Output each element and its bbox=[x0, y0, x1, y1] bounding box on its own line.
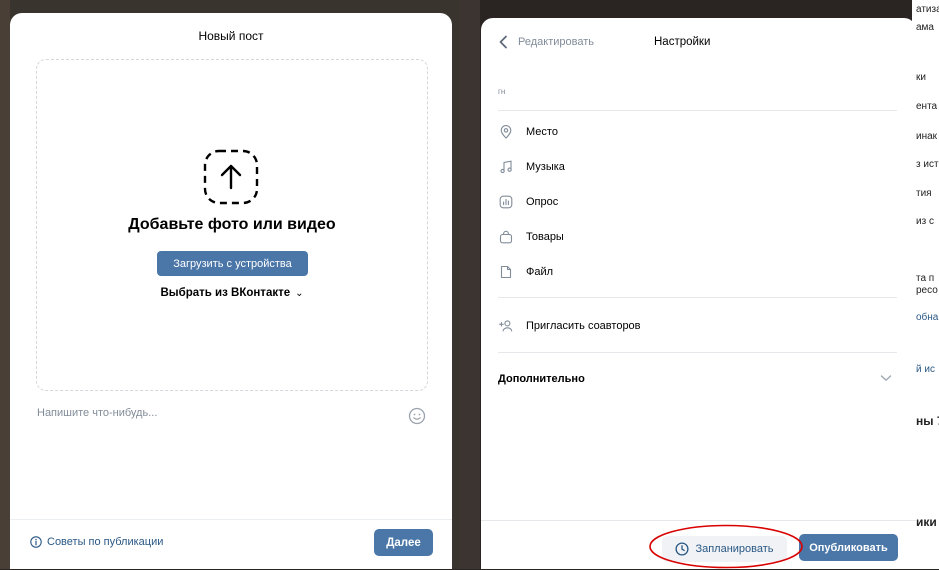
chevron-down-icon[interactable] bbox=[880, 373, 892, 383]
publication-tips-label: Советы по публикации bbox=[47, 536, 164, 548]
bg-fragment: ны 7 bbox=[916, 414, 939, 428]
upload-arrow-icon bbox=[203, 149, 259, 205]
location-icon bbox=[500, 125, 512, 139]
bg-fragment: та п bbox=[916, 273, 935, 284]
add-user-icon bbox=[499, 320, 513, 332]
divider bbox=[498, 297, 897, 298]
poll-icon bbox=[499, 195, 513, 209]
divider bbox=[498, 352, 897, 353]
post-text-input[interactable]: Напишите что-нибудь... bbox=[37, 407, 157, 419]
chevron-down-icon: ⌄ bbox=[295, 288, 304, 299]
back-label: Редактировать bbox=[518, 36, 594, 48]
shopping-bag-icon bbox=[499, 230, 513, 244]
back-to-edit-link[interactable]: Редактировать bbox=[498, 35, 594, 49]
bg-fragment: инак bbox=[916, 131, 938, 142]
dropzone-heading: Добавьте фото или видео bbox=[128, 216, 336, 233]
info-icon bbox=[30, 536, 42, 548]
background-page-right: атиза ама ки ента инак з ист тия из с та… bbox=[912, 0, 939, 569]
settings-item-label: Файл bbox=[526, 266, 554, 278]
music-icon bbox=[500, 160, 512, 174]
settings-item-music[interactable]: Музыка bbox=[499, 160, 565, 174]
settings-item-poll[interactable]: Опрос bbox=[499, 195, 558, 209]
bg-fragment: обна bbox=[916, 312, 939, 323]
settings-item-label: Товары bbox=[526, 231, 564, 243]
next-button[interactable]: Далее bbox=[374, 529, 433, 556]
close-icon[interactable]: ✕ bbox=[924, 28, 936, 45]
footer-divider bbox=[481, 520, 916, 521]
settings-item-location[interactable]: Место bbox=[499, 125, 558, 139]
media-dropzone[interactable]: Добавьте фото или видео Загрузить с устр… bbox=[36, 59, 428, 391]
schedule-button[interactable]: Запланировать bbox=[662, 536, 787, 562]
settings-item-file[interactable]: Файл bbox=[499, 265, 553, 279]
bg-fragment: ки bbox=[916, 72, 926, 83]
advanced-section-label[interactable]: Дополнительно bbox=[498, 373, 585, 385]
schedule-label: Запланировать bbox=[695, 543, 774, 555]
invite-coauthors-item[interactable]: Пригласить соавторов bbox=[499, 319, 641, 333]
new-post-modal: Новый пост Добавьте фото или видео Загру… bbox=[10, 13, 452, 569]
settings-modal: Редактировать Настройки гн Место Музыка … bbox=[481, 18, 916, 569]
bg-fragment: атиза bbox=[916, 4, 939, 15]
settings-item-label: Музыка bbox=[526, 161, 565, 173]
file-icon bbox=[500, 265, 512, 279]
bg-fragment: ики bbox=[916, 515, 937, 529]
invite-coauthors-label: Пригласить соавторов bbox=[526, 320, 641, 332]
divider bbox=[498, 110, 897, 111]
bg-fragment: з ист bbox=[916, 159, 939, 170]
emoji-icon[interactable] bbox=[408, 407, 426, 425]
bg-fragment: ента bbox=[916, 101, 938, 112]
bg-fragment: из с bbox=[916, 216, 934, 227]
publish-button[interactable]: Опубликовать bbox=[799, 534, 898, 561]
upload-from-device-button[interactable]: Загрузить с устройства bbox=[157, 251, 308, 276]
settings-item-label: Опрос bbox=[526, 196, 559, 208]
bg-fragment: ресо bbox=[916, 285, 938, 296]
settings-item-label: Место bbox=[526, 126, 558, 138]
footer-divider bbox=[10, 519, 452, 520]
choose-from-vk-dropdown[interactable]: Выбрать из ВКонтакте ⌄ bbox=[37, 287, 427, 299]
settings-title: Настройки bbox=[654, 36, 711, 48]
chevron-left-icon bbox=[499, 35, 507, 49]
bg-fragment: й ис bbox=[916, 364, 935, 375]
background-page-middle bbox=[460, 0, 480, 569]
clock-icon bbox=[675, 542, 690, 556]
settings-item-goods[interactable]: Товары bbox=[499, 230, 564, 244]
modal-title: Новый пост bbox=[198, 29, 264, 43]
choose-from-vk-label: Выбрать из ВКонтакте bbox=[160, 287, 291, 299]
gn-label: гн bbox=[498, 87, 506, 96]
bg-fragment: тия bbox=[916, 188, 932, 199]
publication-tips-link[interactable]: Советы по публикации bbox=[30, 536, 163, 548]
